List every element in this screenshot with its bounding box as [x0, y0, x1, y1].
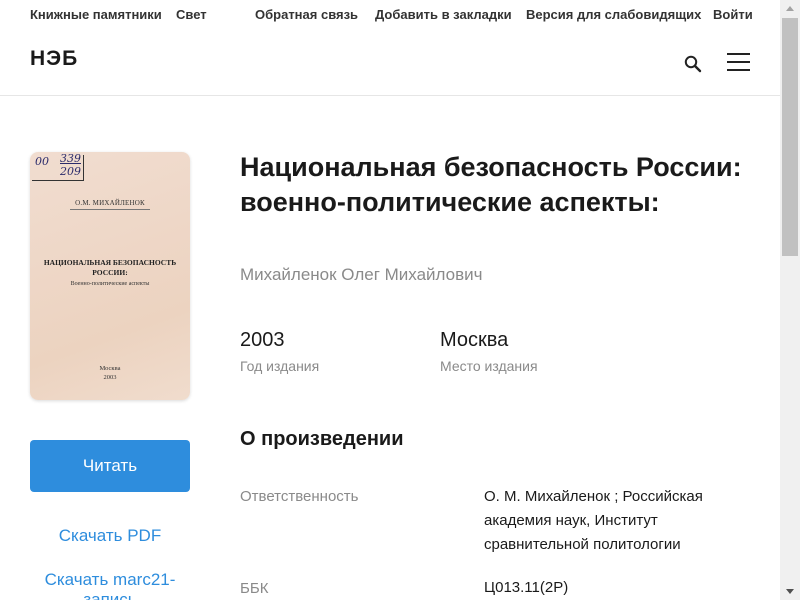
cover-imprint: Москва 2003	[99, 365, 121, 381]
cover-divider	[70, 209, 150, 210]
topbar-link-feedback[interactable]: Обратная связь	[255, 7, 358, 22]
bbk-label: ББК	[240, 580, 269, 597]
download-pdf-link[interactable]: Скачать PDF	[30, 526, 190, 546]
publication-year: 2003	[240, 329, 285, 351]
cover-title: НАЦИОНАЛЬНАЯ БЕЗОПАСНОСТЬ РОССИИ:	[43, 258, 177, 277]
cover-subtitle: Военно-политические аспекты	[70, 281, 150, 287]
read-button[interactable]: Читать	[30, 440, 190, 492]
book-title: Национальная безопасность России: военно…	[240, 152, 742, 217]
about-work-heading: О произведении	[240, 428, 404, 450]
book-cover-image[interactable]: 00 339 209 О.М. МИХАЙЛЕНОК НАЦИОНАЛЬНАЯ …	[30, 152, 190, 400]
topbar-link-svet[interactable]: Свет	[176, 7, 207, 22]
scroll-up-arrow-icon[interactable]	[780, 0, 800, 17]
site-logo[interactable]: НЭБ	[30, 47, 78, 71]
cover-author: О.М. МИХАЙЛЕНОК	[75, 199, 145, 207]
site-header: НЭБ	[0, 30, 780, 96]
hamburger-menu-icon[interactable]	[727, 53, 751, 71]
search-icon[interactable]	[683, 54, 703, 74]
library-stamp: 00 339 209	[32, 152, 90, 184]
responsibility-label: Ответственность	[240, 488, 359, 505]
topbar-link-add-bookmark[interactable]: Добавить в закладки	[375, 7, 512, 22]
vertical-scrollbar[interactable]	[780, 0, 800, 600]
responsibility-value: О. М. Михайленок ; Российская академия н…	[484, 488, 703, 553]
download-marc21-link[interactable]: Скачать marc21-запись	[30, 570, 190, 600]
topbar-link-login[interactable]: Войти	[713, 7, 753, 22]
topbar-link-book-monuments[interactable]: Книжные памятники	[30, 7, 162, 22]
book-author-link[interactable]: Михайленок Олег Михайлович	[240, 265, 483, 285]
bbk-value: Ц013.11(2Р)	[484, 579, 569, 596]
publication-place: Москва	[440, 329, 509, 351]
publication-place-label: Место издания	[440, 358, 538, 374]
publication-year-label: Год издания	[240, 358, 320, 374]
scroll-down-arrow-icon[interactable]	[780, 583, 800, 600]
scrollbar-thumb[interactable]	[782, 18, 798, 256]
top-utility-bar: Книжные памятники Свет Обратная связь До…	[0, 0, 780, 30]
topbar-link-accessible-version[interactable]: Версия для слабовидящих	[526, 7, 701, 22]
